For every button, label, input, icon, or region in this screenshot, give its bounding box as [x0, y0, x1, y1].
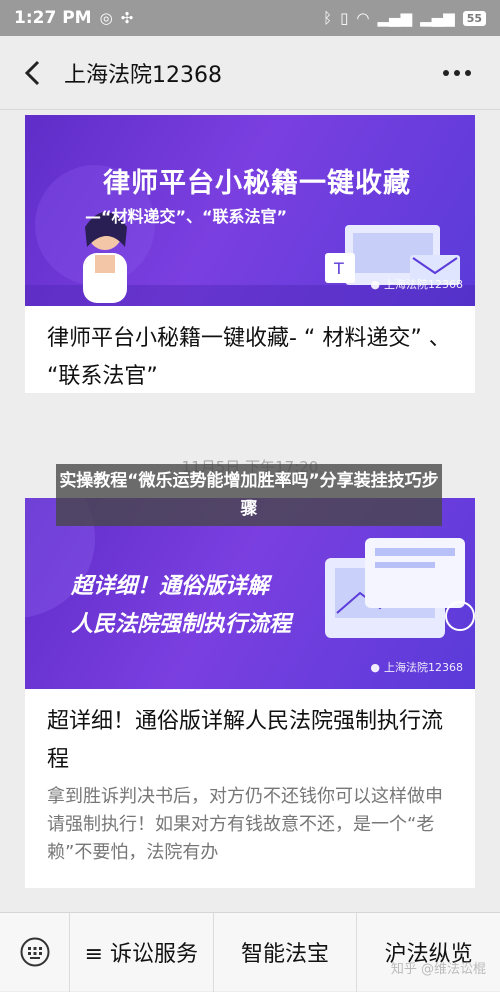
- overlay-caption: 实操教程“微乐运势能增加胜率吗”分享装挂技巧步骤: [56, 464, 442, 526]
- battery-icon: 55: [462, 10, 486, 26]
- status-time: 1:27 PM: [14, 8, 92, 28]
- svg-text:T: T: [333, 259, 344, 278]
- wifi-icon: ◠: [356, 8, 370, 27]
- menu-smart-law[interactable]: 智能法宝: [214, 912, 358, 992]
- back-icon[interactable]: [10, 50, 56, 96]
- menu-litigation-services[interactable]: ≡ 诉讼服务: [70, 912, 214, 992]
- article-card[interactable]: 超详细！通俗版详解 人民法院强制执行流程 ● 上海法院12368 超详细！通俗版…: [25, 498, 475, 888]
- article-cover-image[interactable]: 超详细！通俗版详解 人民法院强制执行流程 ● 上海法院12368: [25, 498, 475, 689]
- cover-title-line1: 超详细！通俗版详解: [71, 574, 270, 599]
- cover-subtitle: —“材料递交”、“联系法官”: [85, 207, 288, 226]
- status-bar: 1:27 PM ◎ ✣ ᛒ ▯ ◠ ▂▄▆ ▂▄▆ 55: [0, 0, 500, 36]
- wechat-icon: ●: [370, 277, 380, 291]
- cover-brand: ● 上海法院12368: [370, 276, 463, 292]
- cover-brand: ● 上海法院12368: [370, 659, 463, 675]
- wechat-icon: ●: [370, 660, 380, 674]
- article-title[interactable]: 律师平台小秘籍一键收藏- “ 材料递交” 、 “联系法官”: [25, 306, 475, 396]
- article-cover-image[interactable]: T 律师平台小秘籍一键收藏 —“材料递交”、“联系法官” ● 上海法院12368: [25, 115, 475, 306]
- network-icon: ✣: [120, 8, 134, 27]
- title-bar: 上海法院12368: [0, 36, 500, 110]
- cover-title-line2: 人民法院强制执行流程: [71, 612, 292, 637]
- keyboard-toggle-icon[interactable]: [0, 912, 70, 992]
- article-description: 拿到胜诉判决书后，对方仍不还钱你可以这样做申请强制执行！如果对方有钱故意不还，是…: [47, 786, 443, 863]
- bottom-menu: ≡ 诉讼服务 智能法宝 沪法纵览: [0, 912, 500, 992]
- article-card[interactable]: T 律师平台小秘籍一键收藏 —“材料递交”、“联系法官” ● 上海法院12368…: [25, 115, 475, 393]
- cover-brand-label: 上海法院12368: [384, 278, 463, 291]
- article-title[interactable]: 超详细！通俗版详解人民法院强制执行流程: [25, 689, 475, 779]
- carrier-icon: ◎: [99, 8, 113, 27]
- bluetooth-icon: ᛒ: [323, 8, 333, 27]
- menu-shanghai-law-overview[interactable]: 沪法纵览: [357, 913, 500, 992]
- more-options-icon[interactable]: [432, 50, 482, 96]
- cover-title: 律师平台小秘籍一键收藏: [103, 168, 411, 199]
- page-title: 上海法院12368: [64, 62, 222, 88]
- vibrate-icon: ▯: [340, 8, 349, 27]
- signal-icon-2: ▂▄▆: [420, 8, 455, 27]
- watermark: 知乎 @维法讼棍: [390, 962, 486, 977]
- signal-icon: ▂▄▆: [377, 8, 413, 27]
- cover-brand-label: 上海法院12368: [384, 661, 463, 674]
